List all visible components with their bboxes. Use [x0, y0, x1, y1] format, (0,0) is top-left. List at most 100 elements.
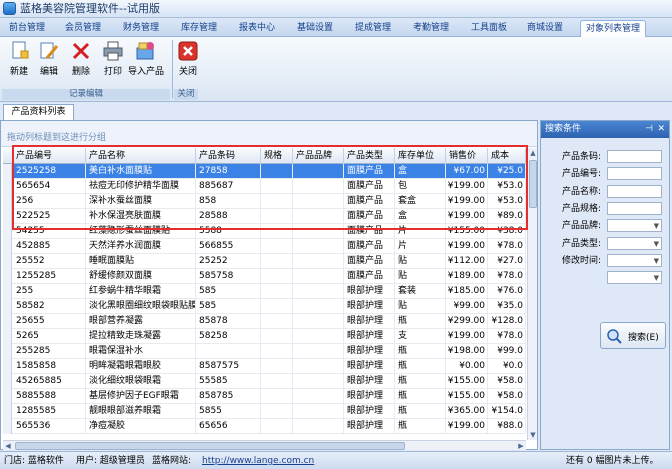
- new-button[interactable]: 新建: [6, 40, 32, 86]
- column-header-cost[interactable]: 成本: [488, 148, 526, 164]
- column-header-product-name[interactable]: 产品名称: [86, 148, 196, 164]
- column-header-brand[interactable]: 产品品牌: [293, 148, 344, 164]
- tab-reports[interactable]: 报表中心: [234, 20, 280, 37]
- table-row[interactable]: 58582 淡化黑眼圈细纹眼袋眼贴膜 585 眼部护理贴 ¥99.00 ¥35.0: [3, 299, 526, 314]
- table-row[interactable]: 452885 天然洋养水润面膜 566855 面膜产品片 ¥199.00 ¥78.0: [3, 239, 526, 254]
- table-row[interactable]: 54255 红藻隐形蚕丝面膜贴 5588 面膜产品片 ¥155.00 ¥38.0: [3, 224, 526, 239]
- row-indicator[interactable]: [3, 419, 12, 434]
- edit-button[interactable]: 编辑: [36, 40, 62, 86]
- cell-sale-price: ¥112.00: [446, 254, 488, 269]
- cell-product-barcode: 8587575: [196, 359, 261, 374]
- row-indicator[interactable]: [3, 224, 12, 239]
- site-link[interactable]: http://www.lange.com.cn: [202, 455, 314, 467]
- row-indicator[interactable]: [3, 239, 12, 254]
- cell-sale-price: ¥155.00: [446, 224, 488, 239]
- print-button[interactable]: 打印: [100, 40, 126, 86]
- window-title: 蓝格美容院管理软件--试用版: [20, 2, 160, 15]
- tab-inventory[interactable]: 库存管理: [176, 20, 222, 37]
- cell-brand: [293, 209, 344, 224]
- tab-tools[interactable]: 工具面板: [466, 20, 512, 37]
- column-header-product-code[interactable]: 产品编号: [13, 148, 86, 164]
- tab-object-list[interactable]: 对象列表管理: [580, 20, 646, 37]
- chevron-down-icon[interactable]: ▼: [654, 221, 659, 231]
- cell-sale-price: ¥198.00: [446, 344, 488, 359]
- row-indicator[interactable]: [3, 299, 12, 314]
- cell-product-name: 淡化黑眼圈细纹眼袋眼贴膜: [86, 299, 196, 314]
- cell-stock-unit: 瓶: [395, 374, 446, 389]
- tab-commission[interactable]: 提成管理: [350, 20, 396, 37]
- tab-product-list[interactable]: 产品资料列表: [3, 104, 74, 120]
- row-indicator[interactable]: [3, 374, 12, 389]
- table-row[interactable]: 256 深补水蚕丝面膜 858 面膜产品 套盒 ¥199.00 ¥53.0: [3, 194, 526, 209]
- search-barcode-input[interactable]: [607, 150, 662, 163]
- tab-finance[interactable]: 财务管理: [118, 20, 164, 37]
- table-row[interactable]: 5265 提拉精致走珠凝露 58258 眼部护理支 ¥199.00 ¥78.0: [3, 329, 526, 344]
- search-button[interactable]: 搜索(E): [600, 322, 666, 349]
- column-header-spec[interactable]: 规格: [261, 148, 293, 164]
- group-by-area[interactable]: 拖动列标题到这进行分组: [1, 121, 537, 147]
- table-row[interactable]: 1285585 靓眼眼部滋养眼霜 5855 眼部护理瓶 ¥365.00 ¥154.0: [3, 404, 526, 419]
- table-row[interactable]: 2525258 美白补水面膜贴 27858 面膜产品盒 ¥67.00 ¥25.0: [3, 164, 526, 179]
- cell-product-barcode: [196, 344, 261, 359]
- row-indicator[interactable]: [3, 254, 12, 269]
- column-header-product-barcode[interactable]: 产品条码: [196, 148, 261, 164]
- search-modified-time-select[interactable]: ▼: [607, 253, 662, 267]
- horizontal-scrollbar[interactable]: ◀ ▶: [3, 440, 526, 450]
- table-row[interactable]: 565654 祛痘无印修护精华面膜 885687 面膜产品包 ¥199.00 ¥53.0: [3, 179, 526, 194]
- import-products-button[interactable]: 导入产品: [128, 40, 164, 86]
- row-indicator[interactable]: [3, 194, 12, 209]
- row-indicator[interactable]: [3, 179, 12, 194]
- delete-button[interactable]: 删除: [68, 40, 94, 86]
- search-type-select[interactable]: ▼: [607, 236, 662, 250]
- tab-attendance[interactable]: 考勤管理: [408, 20, 454, 37]
- vertical-scrollbar[interactable]: ▲ ▼: [527, 148, 537, 440]
- row-indicator[interactable]: [3, 359, 12, 374]
- cell-product-code: 256: [13, 194, 86, 209]
- chevron-down-icon[interactable]: ▼: [654, 239, 659, 249]
- row-indicator[interactable]: [3, 344, 12, 359]
- row-indicator[interactable]: [3, 389, 12, 404]
- tab-front-desk[interactable]: 前台管理: [4, 20, 50, 37]
- row-indicator[interactable]: [3, 314, 12, 329]
- pin-icon[interactable]: ⊣: [645, 121, 653, 138]
- row-indicator[interactable]: [3, 329, 12, 344]
- table-row[interactable]: 1255285 舒缓修颜双面膜 585758 面膜产品贴 ¥189.00 ¥78.0: [3, 269, 526, 284]
- column-header-sale-price[interactable]: 销售价: [446, 148, 488, 164]
- table-row[interactable]: 5885588 基层修护因子EGF眼霜 858785 眼部护理瓶 ¥155.00 ¥58.…: [3, 389, 526, 404]
- table-row[interactable]: 25655 眼部营养凝露 85878 眼部护理瓶 ¥299.00 ¥128.0: [3, 314, 526, 329]
- row-indicator[interactable]: [3, 269, 12, 284]
- tab-member[interactable]: 会员管理: [60, 20, 106, 37]
- search-name-input[interactable]: [607, 184, 662, 198]
- tab-mall-settings[interactable]: 商城设置: [522, 20, 568, 37]
- table-row[interactable]: 522525 补水保湿亮肤面膜 28588 面膜产品盒 ¥199.00 ¥89.0: [3, 209, 526, 224]
- vertical-scroll-thumb[interactable]: [529, 160, 537, 208]
- table-row[interactable]: 45265885 淡化细纹眼袋眼霜 55585 眼部护理瓶 ¥155.00 ¥58.0: [3, 374, 526, 389]
- search-code-input[interactable]: [607, 167, 662, 181]
- tab-basic-settings[interactable]: 基础设置: [292, 20, 338, 37]
- chevron-down-icon[interactable]: ▼: [654, 256, 659, 266]
- scroll-right-icon[interactable]: ▶: [516, 441, 526, 451]
- panel-close-icon[interactable]: ✕: [657, 121, 665, 138]
- column-header-product-type[interactable]: 产品类型: [344, 148, 395, 164]
- table-row[interactable]: 1585858 明眸凝霜眼霜眼胶 8587575 眼部护理瓶 ¥0.00 ¥0.0: [3, 359, 526, 374]
- row-indicator[interactable]: [3, 209, 12, 224]
- search-extra-select[interactable]: ▼: [607, 271, 662, 285]
- column-header-stock-unit[interactable]: 库存单位: [395, 148, 446, 164]
- search-spec-input[interactable]: [607, 201, 662, 215]
- chevron-down-icon[interactable]: ▼: [654, 273, 659, 283]
- table-row[interactable]: 255285 眼霜保湿补水 眼部护理瓶 ¥198.00 ¥99.0: [3, 344, 526, 359]
- row-indicator[interactable]: [3, 284, 12, 299]
- table-row[interactable]: 565536 净痘凝胶 65656 眼部护理瓶 ¥199.00 ¥88.0: [3, 419, 526, 434]
- table-row[interactable]: 25552 睡眠面膜贴 25252 面膜产品贴 ¥112.00 ¥27.0: [3, 254, 526, 269]
- cell-product-barcode: 28588: [196, 209, 261, 224]
- scroll-down-icon[interactable]: ▼: [528, 430, 538, 440]
- scroll-up-icon[interactable]: ▲: [528, 148, 538, 158]
- search-brand-select[interactable]: ▼: [607, 219, 662, 233]
- row-indicator[interactable]: [3, 404, 12, 419]
- row-indicator[interactable]: [3, 164, 12, 179]
- scroll-left-icon[interactable]: ◀: [3, 441, 13, 451]
- close-button[interactable]: 关闭: [175, 40, 201, 86]
- table-row[interactable]: 255 红参蜗牛精华眼霜 585 眼部护理 套装 ¥185.00 ¥76.0: [3, 284, 526, 299]
- horizontal-scroll-thumb[interactable]: [15, 442, 405, 450]
- search-field-label: 产品条码:: [561, 152, 601, 162]
